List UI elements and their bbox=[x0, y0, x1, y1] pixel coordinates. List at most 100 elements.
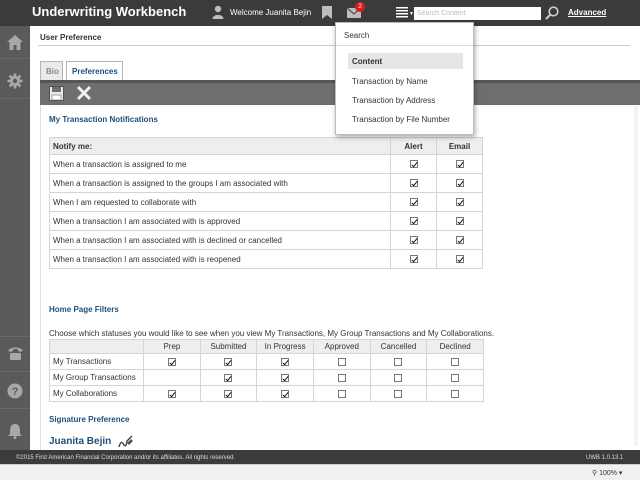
search-input[interactable] bbox=[414, 7, 541, 20]
bell-icon bbox=[8, 424, 22, 439]
in-progress-checkbox[interactable] bbox=[281, 373, 290, 382]
tab-preferences[interactable]: Preferences bbox=[66, 61, 123, 80]
email-checkbox[interactable] bbox=[455, 255, 464, 264]
declined-cell bbox=[426, 353, 484, 370]
zoom-level[interactable]: ⚲ 100% ▾ bbox=[592, 469, 622, 477]
prep-cell bbox=[143, 369, 201, 386]
search-option-content[interactable]: Content bbox=[348, 53, 463, 69]
alert-cell bbox=[390, 192, 437, 212]
alert-checkbox[interactable] bbox=[409, 179, 418, 188]
approved-checkbox[interactable] bbox=[337, 357, 346, 366]
declined-checkbox[interactable] bbox=[451, 373, 460, 382]
email-checkbox[interactable] bbox=[455, 217, 464, 226]
prep-checkbox[interactable] bbox=[167, 357, 176, 366]
menu-icon[interactable] bbox=[396, 6, 408, 18]
dropdown-header: Search bbox=[344, 31, 370, 40]
email-checkbox[interactable] bbox=[455, 160, 464, 169]
search-option-transaction-by-address[interactable]: Transaction by Address bbox=[348, 92, 463, 108]
user-icon[interactable] bbox=[212, 5, 224, 19]
sidebar-divider bbox=[0, 336, 30, 337]
cancelled-checkbox[interactable] bbox=[394, 389, 403, 398]
signature-icon[interactable] bbox=[118, 435, 134, 449]
home-icon bbox=[7, 35, 23, 50]
cancelled-cell bbox=[369, 369, 428, 386]
bookmark-icon[interactable] bbox=[322, 6, 332, 19]
sidebar-phone-button[interactable] bbox=[0, 339, 30, 369]
welcome-text: Welcome Juanita Bejin bbox=[230, 8, 312, 17]
approved-checkbox[interactable] bbox=[337, 373, 346, 382]
column-header: Cancelled bbox=[369, 339, 428, 354]
email-cell bbox=[436, 230, 483, 250]
email-checkbox[interactable] bbox=[455, 179, 464, 188]
table-row: When a transaction is assigned to the gr… bbox=[49, 173, 483, 193]
search-option-transaction-by-name[interactable]: Transaction by Name bbox=[348, 73, 463, 89]
table-header-row: Notify me: Alert Email bbox=[49, 137, 483, 155]
table-row: My Transactions bbox=[48, 353, 484, 370]
cancelled-checkbox[interactable] bbox=[394, 357, 403, 366]
alert-checkbox[interactable] bbox=[409, 217, 418, 226]
declined-checkbox[interactable] bbox=[451, 389, 460, 398]
prep-cell bbox=[143, 353, 201, 370]
search-option-transaction-by-file-number[interactable]: Transaction by File Number bbox=[348, 111, 463, 127]
table-row: My Collaborations bbox=[48, 385, 484, 402]
submitted-checkbox[interactable] bbox=[224, 389, 233, 398]
scrollbar[interactable] bbox=[634, 106, 638, 446]
sidebar-settings-button[interactable] bbox=[0, 66, 30, 96]
table-row: When a transaction I am associated with … bbox=[49, 211, 483, 231]
tab-bio[interactable]: Bio bbox=[40, 61, 63, 80]
submitted-cell bbox=[199, 369, 258, 386]
sidebar-divider bbox=[0, 98, 30, 99]
notifications-section-title: My Transaction Notifications bbox=[49, 115, 158, 124]
notifications-table: Notify me: Alert Email When a transactio… bbox=[49, 137, 483, 269]
copyright-text: ©2015 First American Financial Corporati… bbox=[16, 455, 236, 461]
sidebar-notifications-button[interactable] bbox=[0, 416, 30, 446]
signature-section-title: Signature Preference bbox=[49, 415, 130, 424]
column-header: Declined bbox=[426, 339, 484, 354]
approved-checkbox[interactable] bbox=[337, 389, 346, 398]
table-header-row: Prep Submitted In Progress Approved Canc… bbox=[48, 339, 484, 354]
close-icon[interactable] bbox=[76, 85, 92, 101]
sidebar: ? bbox=[0, 26, 30, 450]
title-divider bbox=[38, 45, 630, 46]
sidebar-divider bbox=[0, 408, 30, 409]
chevron-down-icon: ▾ bbox=[616, 470, 623, 477]
column-header: Alert bbox=[390, 137, 437, 155]
sidebar-divider bbox=[0, 371, 30, 372]
sidebar-help-button[interactable]: ? bbox=[0, 376, 30, 406]
cancelled-checkbox[interactable] bbox=[394, 373, 403, 382]
alert-checkbox[interactable] bbox=[409, 255, 418, 264]
top-bar: Underwriting Workbench Welcome Juanita B… bbox=[0, 0, 640, 26]
declined-cell bbox=[426, 385, 484, 402]
mail-count-badge: 2 bbox=[355, 2, 365, 12]
table-row: When I am requested to collaborate with bbox=[49, 192, 483, 212]
alert-checkbox[interactable] bbox=[409, 160, 418, 169]
prep-cell bbox=[143, 385, 201, 402]
approved-cell bbox=[312, 385, 371, 402]
table-row: When a transaction is assigned to me bbox=[49, 154, 483, 174]
column-header: Prep bbox=[143, 339, 201, 354]
prep-checkbox[interactable] bbox=[167, 389, 176, 398]
alert-checkbox[interactable] bbox=[409, 198, 418, 207]
row-label: When a transaction is assigned to the gr… bbox=[49, 173, 391, 193]
submitted-checkbox[interactable] bbox=[224, 357, 233, 366]
email-checkbox[interactable] bbox=[455, 236, 464, 245]
submitted-checkbox[interactable] bbox=[224, 373, 233, 382]
declined-checkbox[interactable] bbox=[451, 357, 460, 366]
home-filters-table: Prep Submitted In Progress Approved Canc… bbox=[48, 339, 484, 402]
save-icon[interactable] bbox=[49, 86, 64, 101]
advanced-search-link[interactable]: Advanced bbox=[568, 8, 606, 17]
alert-checkbox[interactable] bbox=[409, 236, 418, 245]
in-progress-checkbox[interactable] bbox=[281, 389, 290, 398]
alert-cell bbox=[390, 211, 437, 231]
phone-icon bbox=[8, 347, 23, 360]
search-icon[interactable] bbox=[545, 6, 559, 20]
in-progress-cell bbox=[256, 385, 314, 402]
email-checkbox[interactable] bbox=[455, 198, 464, 207]
search-type-dropdown: Search Content Transaction by Name Trans… bbox=[335, 22, 474, 135]
cancelled-cell bbox=[369, 385, 428, 402]
column-header: Submitted bbox=[199, 339, 258, 354]
sidebar-home-button[interactable] bbox=[0, 28, 30, 58]
in-progress-checkbox[interactable] bbox=[281, 357, 290, 366]
row-label: When a transaction I am associated with … bbox=[49, 230, 391, 250]
row-label: When a transaction I am associated with … bbox=[49, 249, 391, 269]
